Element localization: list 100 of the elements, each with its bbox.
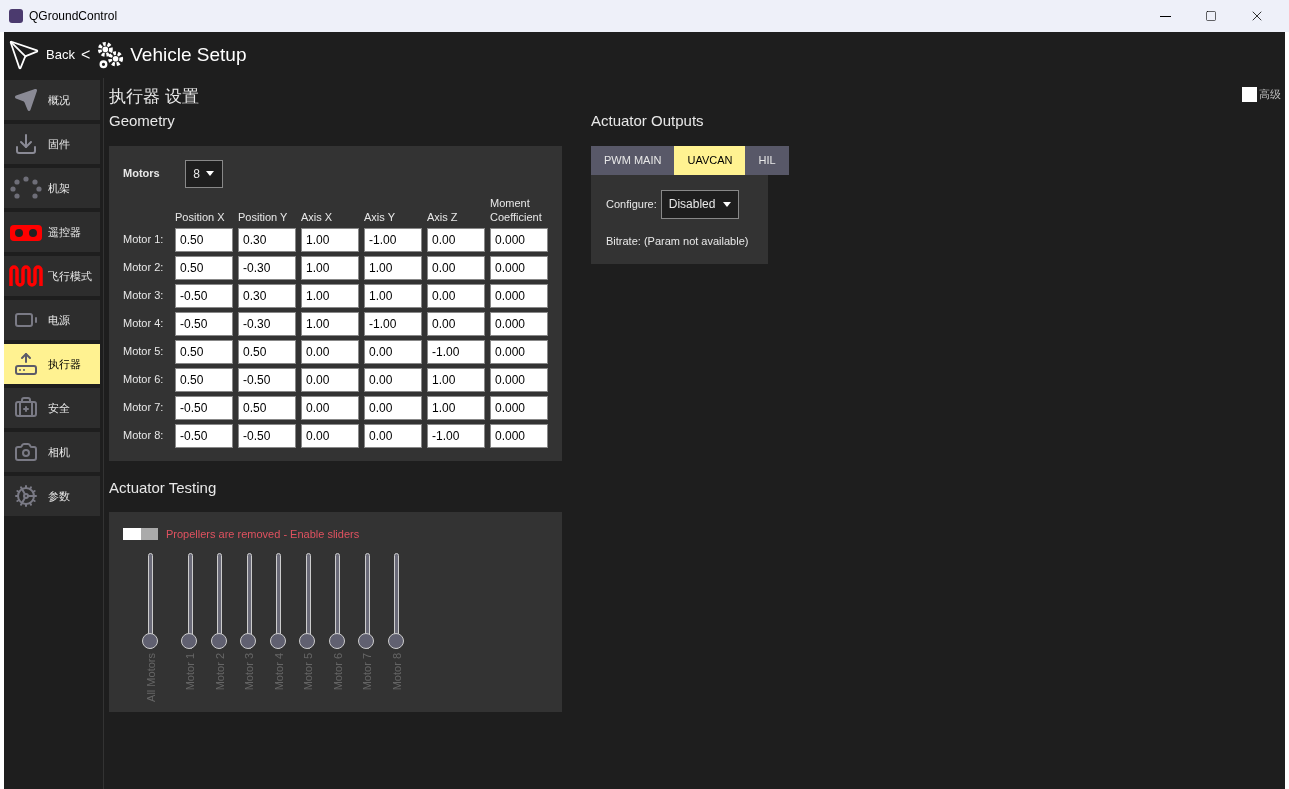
motor-count-dropdown[interactable]: 8	[184, 159, 223, 188]
value-input[interactable]: 0.00	[427, 283, 485, 308]
advanced-checkbox[interactable]	[1242, 86, 1257, 102]
value-input[interactable]: 0.000	[490, 395, 548, 420]
sidebar-item[interactable]: 机架	[4, 168, 100, 208]
value-input[interactable]: 0.000	[490, 339, 548, 364]
value-input[interactable]: 0.00	[427, 227, 485, 252]
row-label: Motor 6:	[123, 372, 165, 388]
value-input[interactable]: 0.00	[364, 395, 422, 420]
value-input[interactable]: 0.50	[175, 227, 233, 252]
value-input[interactable]: 0.00	[364, 367, 422, 392]
slider-thumb[interactable]	[387, 632, 404, 649]
value-input[interactable]: 0.000	[490, 423, 548, 448]
slider-thumb[interactable]	[358, 632, 375, 649]
value-input[interactable]: -0.50	[238, 423, 296, 448]
vertical-slider[interactable]	[387, 552, 406, 649]
value-input[interactable]: 0.50	[175, 367, 233, 392]
value-input[interactable]: 0.00	[427, 255, 485, 280]
vertical-slider[interactable]	[141, 552, 160, 649]
column-header: Moment Coefficient	[490, 195, 543, 224]
output-tab[interactable]: HIL	[745, 145, 789, 175]
sidebar-item[interactable]: 参数	[4, 476, 100, 516]
value-input[interactable]: -0.50	[238, 367, 296, 392]
vertical-slider[interactable]	[210, 552, 229, 649]
vertical-slider[interactable]	[328, 552, 347, 649]
value-input[interactable]: 0.00	[301, 423, 359, 448]
column-header: Axis X	[301, 209, 334, 224]
value-input[interactable]: 0.50	[238, 395, 296, 420]
row-label: Motor 8:	[123, 428, 165, 444]
bitrate-text: Bitrate: (Param not available)	[606, 233, 750, 249]
sidebar-item[interactable]: 执行器	[4, 344, 100, 384]
slider-thumb[interactable]	[181, 632, 198, 649]
sidebar-item[interactable]: 概况	[4, 80, 100, 120]
breadcrumb-separator: <	[80, 45, 91, 65]
row-label: Motor 4:	[123, 316, 165, 332]
value-input[interactable]: 0.50	[175, 339, 233, 364]
sidebar-item[interactable]: 遥控器	[4, 212, 100, 252]
value-input[interactable]: -0.50	[175, 423, 233, 448]
value-input[interactable]: -1.00	[364, 227, 422, 252]
sidebar-item[interactable]: 固件	[4, 124, 100, 164]
value-input[interactable]: 0.000	[490, 227, 548, 252]
value-input[interactable]: 0.000	[490, 311, 548, 336]
value-input[interactable]: -1.00	[427, 423, 485, 448]
value-input[interactable]: -0.50	[175, 395, 233, 420]
value-input[interactable]: 0.000	[490, 367, 548, 392]
slider-thumb[interactable]	[328, 632, 345, 649]
app-icon	[9, 9, 23, 23]
value-input[interactable]: 1.00	[364, 283, 422, 308]
window-title: QGroundControl	[29, 8, 118, 25]
value-input[interactable]: 1.00	[301, 311, 359, 336]
output-tab[interactable]: PWM MAIN	[591, 145, 675, 175]
value-input[interactable]: 0.00	[427, 311, 485, 336]
vertical-slider[interactable]	[269, 552, 288, 649]
value-input[interactable]: -0.30	[238, 311, 296, 336]
value-input[interactable]: 1.00	[364, 255, 422, 280]
slider-thumb[interactable]	[141, 632, 158, 649]
value-input[interactable]: 0.00	[364, 339, 422, 364]
sidebar-item[interactable]: 安全	[4, 388, 100, 428]
value-input[interactable]: 0.000	[490, 283, 548, 308]
value-input[interactable]: 1.00	[301, 227, 359, 252]
output-tab[interactable]: UAVCAN	[674, 145, 746, 175]
slider-thumb[interactable]	[299, 632, 316, 649]
value-input[interactable]: -1.00	[427, 339, 485, 364]
value-input[interactable]: -0.50	[175, 283, 233, 308]
value-input[interactable]: -0.50	[175, 311, 233, 336]
slider-thumb[interactable]	[269, 632, 286, 649]
value-input[interactable]: -1.00	[364, 311, 422, 336]
sidebar-item[interactable]: 相机	[4, 432, 100, 472]
value-input[interactable]: 1.00	[301, 255, 359, 280]
value-input[interactable]: 0.50	[175, 255, 233, 280]
column-header: Axis Z	[427, 209, 459, 224]
configure-dropdown[interactable]: Disabled	[660, 189, 740, 219]
dots-ring-icon	[8, 176, 44, 200]
value-input[interactable]: 0.000	[490, 255, 548, 280]
value-input[interactable]: 1.00	[301, 283, 359, 308]
section-title: Geometry	[109, 111, 176, 131]
value-input[interactable]: -0.30	[238, 255, 296, 280]
column-header: Position Y	[238, 209, 289, 224]
back-button[interactable]: Back	[46, 45, 75, 65]
page-heading: Vehicle Setup	[130, 42, 247, 67]
section-title: 执行器 设置	[109, 86, 199, 108]
column-header: Axis Y	[364, 209, 396, 224]
value-input[interactable]: 0.00	[364, 423, 422, 448]
slider-thumb[interactable]	[210, 632, 227, 649]
column-header: Position X	[175, 209, 226, 224]
checkbox-label: 高级	[1259, 87, 1281, 102]
slider-thumb[interactable]	[240, 632, 257, 649]
section-title: Actuator Outputs	[591, 111, 705, 131]
value-input[interactable]: 0.00	[301, 367, 359, 392]
paper-plane-icon	[8, 39, 40, 71]
value-input[interactable]: 0.00	[301, 395, 359, 420]
value-input[interactable]: 0.30	[238, 283, 296, 308]
value-input[interactable]: 1.00	[427, 367, 485, 392]
toggle-switch[interactable]	[123, 528, 158, 541]
sidebar-item[interactable]: 电源	[4, 300, 100, 340]
value-input[interactable]: 1.00	[427, 395, 485, 420]
value-input[interactable]: 0.00	[301, 339, 359, 364]
value-input[interactable]: 0.50	[238, 339, 296, 364]
value-input[interactable]: 0.30	[238, 227, 296, 252]
sidebar-item[interactable]: 飞行模式	[4, 256, 100, 296]
